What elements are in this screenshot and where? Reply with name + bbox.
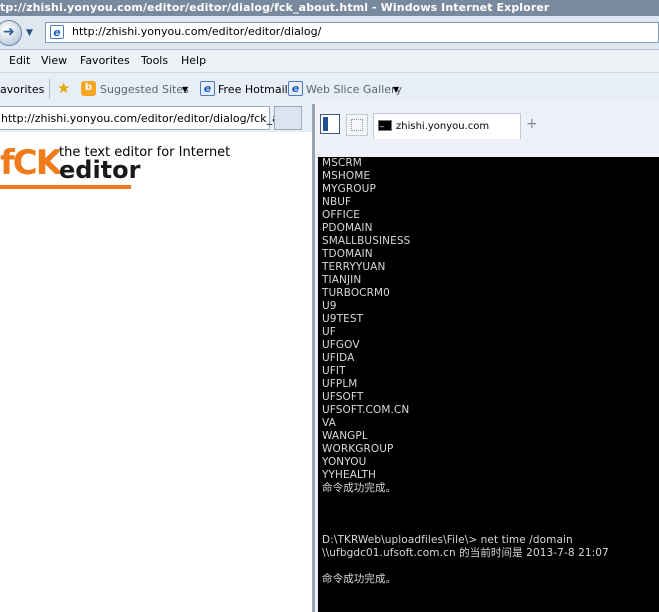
- new-tab-plus-icon[interactable]: +: [526, 116, 538, 132]
- suggested-sites-dropdown-icon[interactable]: ▼: [182, 85, 188, 94]
- blank-tab-icon[interactable]: [346, 114, 368, 136]
- console-lines: MSCRM MSHOME MYGROUP NBUF OFFICE PDOMAIN…: [322, 157, 609, 586]
- console-line: U9TEST: [322, 313, 364, 325]
- console-line: 命令成功完成。: [322, 482, 397, 494]
- add-to-favorites-star-icon[interactable]: ★: [57, 81, 72, 96]
- console-line: UFSOFT: [322, 391, 364, 403]
- console-line: UFSOFT.COM.CN: [322, 404, 410, 416]
- console-window-icon: _: [378, 118, 392, 131]
- console-line: UFIT: [322, 365, 346, 377]
- fck-logo-text: fCK: [0, 143, 62, 183]
- console-line: WORKGROUP: [322, 443, 394, 455]
- console-line: TURBOCRM0: [322, 287, 390, 299]
- web-slice-gallery-link[interactable]: Web Slice Gallery: [306, 83, 402, 96]
- console-line: TIANJIN: [322, 274, 362, 286]
- tab-zhishi-label: zhishi.yonyou.com: [396, 121, 490, 132]
- back-arrow-icon: ➜: [3, 24, 15, 40]
- console-line: U9: [322, 300, 337, 312]
- console-line: UF: [322, 326, 336, 338]
- suggested-sites-link[interactable]: Suggested Sites: [100, 83, 189, 96]
- favorites-separator: [49, 79, 50, 99]
- console-line: YYHEALTH: [322, 469, 377, 481]
- fck-logo-editor: editor: [59, 156, 141, 184]
- menu-help[interactable]: Help: [181, 54, 206, 67]
- window-title: tp://zhishi.yonyou.com/editor/editor/dia…: [0, 1, 550, 14]
- console-line: WANGPL: [322, 430, 368, 442]
- left-tab-strip: http://zhishi.yonyou.com/editor/editor/d…: [0, 104, 313, 132]
- console-line: YONYOU: [322, 456, 367, 468]
- ie-page-icon: e: [50, 25, 64, 39]
- console-line: SMALLBUSINESS: [322, 235, 411, 247]
- recent-pages-dropdown-icon[interactable]: ▼: [26, 28, 36, 38]
- menu-favorites[interactable]: Favorites: [80, 54, 130, 67]
- free-hotmail-link[interactable]: Free Hotmail: [218, 83, 288, 96]
- address-input[interactable]: http://zhishi.yonyou.com/editor/editor/d…: [72, 25, 321, 38]
- console-line: TERRYYUAN: [322, 261, 386, 273]
- console-line: OFFICE: [322, 209, 361, 221]
- window-title-bar: tp://zhishi.yonyou.com/editor/editor/dia…: [0, 0, 659, 16]
- suggested-sites-icon: b: [81, 81, 96, 96]
- menu-edit[interactable]: Edit: [9, 54, 30, 67]
- fck-logo-underline: [0, 185, 131, 189]
- free-hotmail-ie-icon: e: [200, 81, 215, 96]
- console-line: VA: [322, 417, 336, 429]
- menu-view[interactable]: View: [41, 54, 67, 67]
- console-line: \\ufbgdc01.ufsoft.com.cn 的当前时间是 2013-7-8…: [322, 547, 609, 559]
- address-bar[interactable]: e http://zhishi.yonyou.com/editor/editor…: [45, 22, 659, 43]
- favorites-button[interactable]: avorites: [0, 83, 44, 96]
- console-line: MYGROUP: [322, 183, 376, 195]
- console-line: D:\TKRWeb\uploadfiles\File\> net time /d…: [322, 534, 573, 546]
- web-slice-ie-icon: e: [288, 81, 303, 96]
- console-line: MSHOME: [322, 170, 371, 182]
- console-line: UFPLM: [322, 378, 358, 390]
- new-tab-button[interactable]: [274, 106, 302, 130]
- sidebar-toggle-icon[interactable]: [320, 114, 340, 134]
- menu-tools[interactable]: Tools: [141, 54, 168, 67]
- tab-zhishi[interactable]: _ zhishi.yonyou.com: [373, 113, 521, 139]
- web-slice-dropdown-icon[interactable]: ▼: [393, 85, 399, 94]
- tab-fck-about[interactable]: http://zhishi.yonyou.com/editor/editor/d…: [0, 106, 303, 130]
- tab-fck-about-label: http://zhishi.yonyou.com/editor/editor/d…: [1, 112, 303, 125]
- console-output-area[interactable]: MSCRM MSHOME MYGROUP NBUF OFFICE PDOMAIN…: [318, 157, 659, 612]
- console-line: MSCRM: [322, 157, 362, 169]
- menu-bar: Edit View Favorites Tools Help: [0, 50, 659, 72]
- console-line: 命令成功完成。: [322, 573, 397, 585]
- console-line: TDOMAIN: [322, 248, 373, 260]
- console-line: UFIDA: [322, 352, 355, 364]
- page-content: fCK the text editor for Internet editor: [0, 132, 313, 612]
- back-button[interactable]: ➜: [0, 20, 22, 46]
- console-line: UFGOV: [322, 339, 360, 351]
- console-line: NBUF: [322, 196, 352, 208]
- console-line: PDOMAIN: [322, 222, 373, 234]
